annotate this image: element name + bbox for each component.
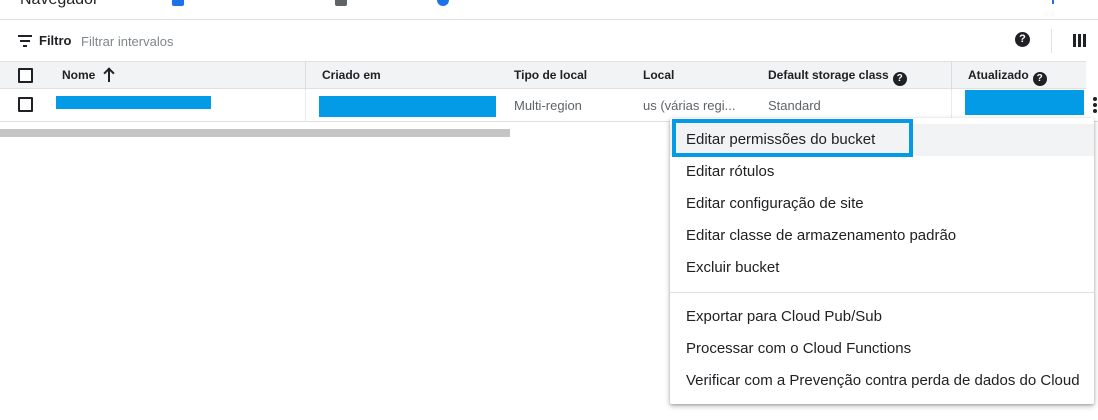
menu-item-edit-default-storage-class[interactable]: Editar classe de armazenamento padrão <box>670 220 1094 252</box>
menu-item-export-pubsub[interactable]: Exportar para Cloud Pub/Sub <box>670 301 1094 333</box>
table-header: Nome Criado em Tipo de local Local Defau… <box>0 61 1086 90</box>
select-all-checkbox[interactable] <box>18 68 33 83</box>
menu-item-scan-dlp[interactable]: Verificar com a Prevenção contra perda d… <box>670 365 1094 397</box>
cell-divider <box>305 90 306 122</box>
column-display-icon[interactable] <box>1073 34 1087 47</box>
filter-list-icon[interactable] <box>18 35 32 47</box>
menu-item-edit-website-config[interactable]: Editar configuração de site <box>670 188 1094 220</box>
column-header-local[interactable]: Local <box>643 68 674 82</box>
location-cell: us (várias regi... <box>643 98 736 113</box>
bucket-name-redacted[interactable] <box>56 96 211 109</box>
menu-item-edit-labels[interactable]: Editar rótulos <box>670 156 1094 188</box>
column-header-criado-em[interactable]: Criado em <box>322 68 381 82</box>
menu-item-process-cloud-functions[interactable]: Processar com o Cloud Functions <box>670 333 1094 365</box>
storage-class-cell: Standard <box>768 98 821 113</box>
top-toolbar: Navegador <box>0 0 1098 20</box>
horizontal-scrollbar[interactable] <box>0 129 510 137</box>
column-header-atualizado[interactable]: Atualizado? <box>968 68 1047 86</box>
filter-input[interactable] <box>81 30 381 52</box>
row-checkbox[interactable] <box>18 97 33 112</box>
column-resizer[interactable] <box>951 62 952 90</box>
arrow-up-icon[interactable] <box>103 67 115 83</box>
filter-bar: Filtro ? <box>0 21 1098 61</box>
updated-date-redacted <box>965 90 1084 115</box>
column-header-storage-class-label: Default storage class <box>768 68 889 82</box>
delete-icon[interactable] <box>335 0 347 6</box>
column-header-nome[interactable]: Nome <box>62 68 95 82</box>
column-header-atualizado-label: Atualizado <box>968 68 1029 82</box>
help-icon[interactable]: ? <box>1032 72 1047 86</box>
column-header-tipo-de-local[interactable]: Tipo de local <box>514 68 587 82</box>
page-title: Navegador <box>20 0 98 9</box>
help-icon[interactable]: ? <box>892 72 907 86</box>
created-date-redacted <box>319 96 496 117</box>
learn-icon[interactable] <box>1046 0 1054 4</box>
help-icon[interactable]: ? <box>1015 32 1030 47</box>
create-bucket-icon[interactable] <box>172 0 184 6</box>
column-resizer[interactable] <box>305 62 306 90</box>
menu-divider <box>670 292 1094 293</box>
column-header-storage-class[interactable]: Default storage class? <box>768 68 907 86</box>
filter-label[interactable]: Filtro <box>39 33 72 48</box>
refresh-icon[interactable] <box>437 0 449 6</box>
more-vert-icon[interactable] <box>1093 97 1097 113</box>
location-type-cell: Multi-region <box>514 98 582 113</box>
menu-item-edit-permissions[interactable]: Editar permissões do bucket <box>670 124 1094 156</box>
toolbar-divider <box>1051 29 1052 53</box>
bucket-context-menu: Editar permissões do bucket Editar rótul… <box>670 118 1094 404</box>
menu-item-delete-bucket[interactable]: Excluir bucket <box>670 252 1094 284</box>
